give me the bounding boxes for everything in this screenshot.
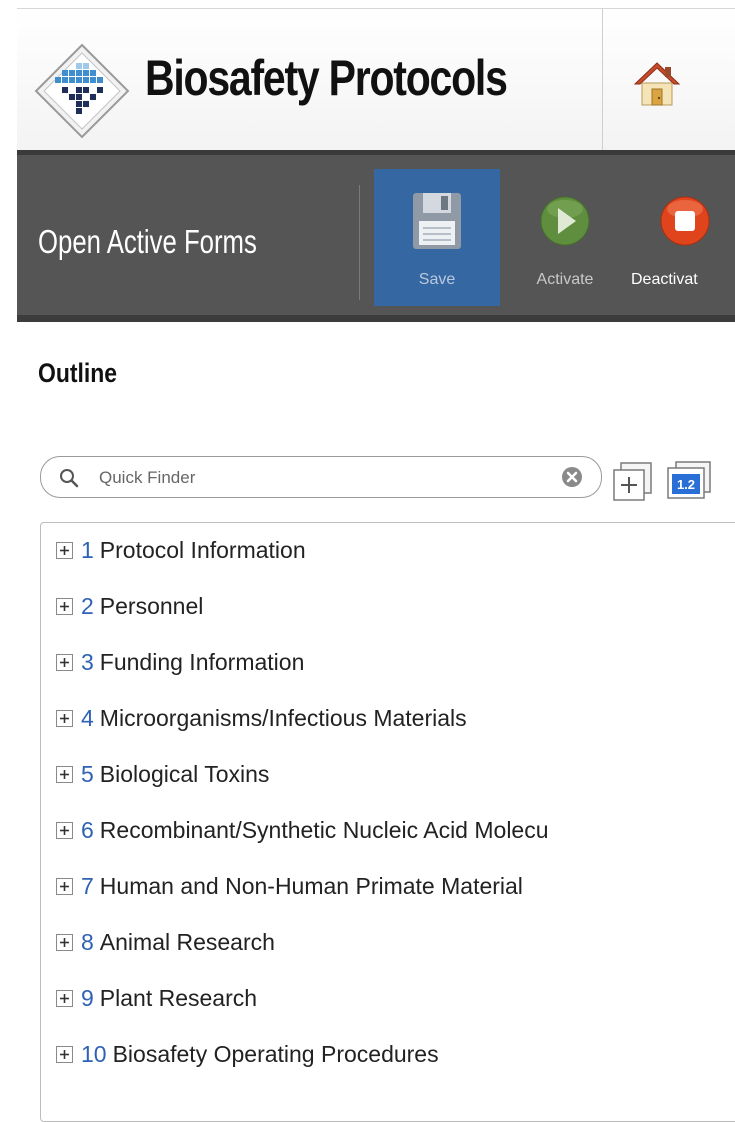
expand-icon[interactable]	[56, 653, 73, 671]
item-label: Biosafety Operating Procedures	[112, 1040, 439, 1067]
tree-item[interactable]: 8 Animal Research	[41, 922, 735, 962]
tree-item[interactable]: 1 Protocol Information	[41, 530, 735, 570]
activate-button[interactable]: Activate	[517, 169, 613, 306]
item-number: 10	[81, 1040, 107, 1067]
play-icon	[540, 196, 590, 246]
item-label: Animal Research	[99, 928, 275, 955]
svg-text:1.2: 1.2	[677, 477, 695, 492]
save-button[interactable]: Save	[374, 169, 500, 306]
home-icon[interactable]	[632, 59, 682, 109]
stop-icon	[660, 196, 710, 246]
expand-icon[interactable]	[56, 709, 73, 727]
outline-heading: Outline	[38, 358, 118, 388]
tree-item[interactable]: 9 Plant Research	[41, 978, 735, 1018]
expand-icon[interactable]	[56, 541, 73, 559]
item-number: 5	[81, 760, 94, 787]
expand-icon[interactable]	[56, 1045, 73, 1063]
numbering-icon[interactable]: 1.2	[664, 460, 714, 500]
expand-all-icon[interactable]	[612, 461, 654, 501]
toolbar-bottom-border	[17, 315, 735, 322]
item-number: 7	[81, 872, 94, 899]
search-icon	[60, 469, 79, 488]
tree-item[interactable]: 7 Human and Non-Human Primate Material	[41, 866, 735, 906]
tree-item[interactable]: 4 Microorganisms/Infectious Materials	[41, 698, 735, 738]
item-label: Plant Research	[99, 984, 258, 1011]
item-label: Human and Non-Human Primate Material	[99, 872, 523, 899]
item-label: Biological Toxins	[99, 760, 270, 787]
tree-item[interactable]: 10 Biosafety Operating Procedures	[41, 1034, 735, 1074]
item-number: 9	[81, 984, 94, 1011]
item-number: 8	[81, 928, 94, 955]
header-divider	[602, 9, 603, 150]
clear-icon[interactable]	[561, 466, 583, 488]
item-number: 1	[81, 536, 94, 563]
item-label: Recombinant/Synthetic Nucleic Acid Molec…	[99, 816, 549, 843]
quick-finder-input[interactable]	[97, 463, 541, 493]
app-title: Biosafety Protocols	[145, 50, 508, 106]
item-number: 3	[81, 648, 94, 675]
tree-item[interactable]: 6 Recombinant/Synthetic Nucleic Acid Mol…	[41, 810, 735, 850]
expand-icon[interactable]	[56, 765, 73, 783]
floppy-disk-icon	[413, 193, 461, 249]
item-number: 4	[81, 704, 94, 731]
item-number: 2	[81, 592, 94, 619]
tree-item[interactable]: 2 Personnel	[41, 586, 735, 626]
expand-icon[interactable]	[56, 597, 73, 615]
deactivate-label: Deactivat	[631, 271, 698, 288]
outline-tree: 1 Protocol Information 2 Personnel 3 Fun…	[40, 522, 735, 1122]
toolbar-divider	[359, 185, 360, 300]
biosafety-logo-icon	[34, 43, 130, 139]
tree-item[interactable]: 5 Biological Toxins	[41, 754, 735, 794]
item-label: Funding Information	[99, 648, 305, 675]
expand-icon[interactable]	[56, 933, 73, 951]
item-label: Personnel	[99, 592, 204, 619]
item-number: 6	[81, 816, 94, 843]
tree-item[interactable]: 3 Funding Information	[41, 642, 735, 682]
deactivate-button[interactable]: Deactivat	[629, 169, 735, 306]
app-header: Biosafety Protocols	[17, 8, 735, 150]
save-label: Save	[418, 271, 456, 288]
item-label: Protocol Information	[99, 536, 306, 563]
activate-label: Activate	[536, 271, 594, 288]
quick-finder[interactable]	[40, 456, 602, 498]
expand-icon[interactable]	[56, 877, 73, 895]
expand-icon[interactable]	[56, 821, 73, 839]
expand-icon[interactable]	[56, 989, 73, 1007]
toolbar: Open Active Forms Save Activate Deactiva…	[17, 150, 735, 322]
form-title: Open Active Forms	[38, 223, 257, 260]
item-label: Microorganisms/Infectious Materials	[99, 704, 467, 731]
